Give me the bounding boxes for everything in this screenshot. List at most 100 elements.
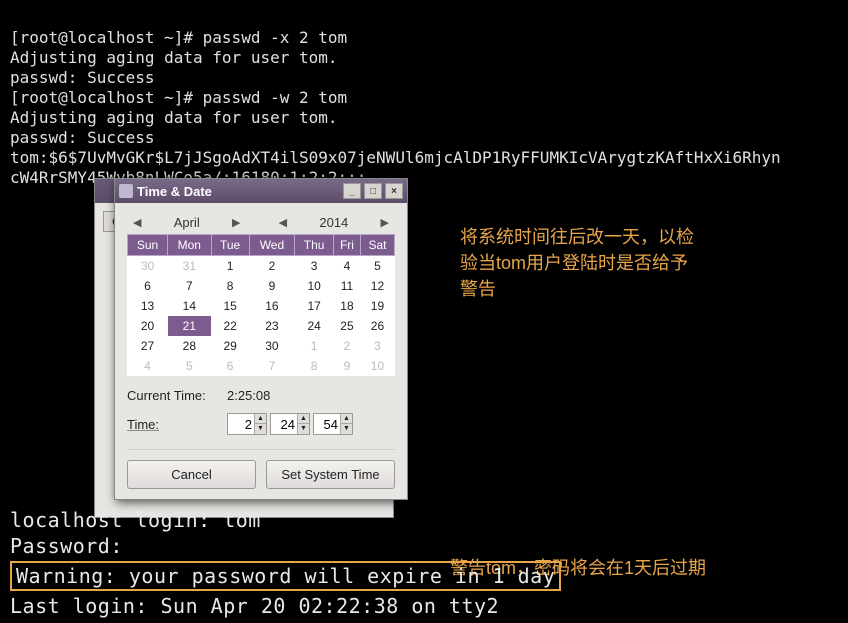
second-stepper[interactable]: ▲▼ <box>313 413 353 435</box>
calendar-week: 6789101112 <box>128 276 395 296</box>
login-terminal: localhost login: tom Password: Warning: … <box>0 503 571 623</box>
hour-down[interactable]: ▼ <box>254 424 266 434</box>
set-system-time-button[interactable]: Set System Time <box>266 460 395 489</box>
calendar-day[interactable]: 23 <box>249 316 295 336</box>
prev-year-button[interactable]: ◀ <box>273 216 293 229</box>
calendar-day[interactable]: 1 <box>211 256 249 277</box>
calendar-day[interactable]: 16 <box>249 296 295 316</box>
next-month-button[interactable]: ▶ <box>226 216 246 229</box>
calendar-day[interactable]: 6 <box>128 276 168 296</box>
calendar-day[interactable]: 19 <box>360 296 394 316</box>
dialog-icon <box>119 184 133 198</box>
calendar-dow: Fri <box>334 235 361 256</box>
calendar-day[interactable]: 8 <box>295 356 334 376</box>
annotation-1: 将系统时间往后改一天，以检验当tom用户登陆时是否给予警告 <box>460 224 700 302</box>
next-year-button[interactable]: ▶ <box>375 216 395 229</box>
calendar-day[interactable]: 3 <box>295 256 334 277</box>
calendar-day[interactable]: 6 <box>211 356 249 376</box>
calendar-day[interactable]: 5 <box>360 256 394 277</box>
calendar-day[interactable]: 21 <box>168 316 212 336</box>
calendar-day[interactable]: 5 <box>168 356 212 376</box>
calendar-day[interactable]: 22 <box>211 316 249 336</box>
calendar: SunMonTueWedThuFriSat 303112345678910111… <box>127 234 395 376</box>
hour-input[interactable] <box>228 414 254 434</box>
calendar-week: 45678910 <box>128 356 395 376</box>
second-down[interactable]: ▼ <box>340 424 352 434</box>
calendar-day[interactable]: 9 <box>249 276 295 296</box>
last-login-line: Last login: Sun Apr 20 02:22:38 on tty2 <box>10 593 561 619</box>
minute-stepper[interactable]: ▲▼ <box>270 413 310 435</box>
second-up[interactable]: ▲ <box>340 414 352 424</box>
calendar-day[interactable]: 20 <box>128 316 168 336</box>
terminal-output: [root@localhost ~]# passwd -x 2 tom Adju… <box>0 0 848 196</box>
dialog-title: Time & Date <box>137 184 212 199</box>
month-label[interactable]: April <box>174 215 200 230</box>
calendar-day[interactable]: 3 <box>360 336 394 356</box>
calendar-day[interactable]: 27 <box>128 336 168 356</box>
minute-down[interactable]: ▼ <box>297 424 309 434</box>
calendar-day[interactable]: 29 <box>211 336 249 356</box>
calendar-dow: Thu <box>295 235 334 256</box>
calendar-day[interactable]: 1 <box>295 336 334 356</box>
calendar-day[interactable]: 30 <box>128 256 168 277</box>
calendar-dow: Mon <box>168 235 212 256</box>
dialog-titlebar[interactable]: Time & Date _ □ × <box>115 179 407 203</box>
calendar-day[interactable]: 7 <box>168 276 212 296</box>
minimize-button[interactable]: _ <box>343 183 361 199</box>
warning-text: Warning: your password will expire in 1 … <box>16 564 555 588</box>
time-label: Time: <box>127 417 159 432</box>
calendar-day[interactable]: 7 <box>249 356 295 376</box>
calendar-day[interactable]: 28 <box>168 336 212 356</box>
calendar-day[interactable]: 8 <box>211 276 249 296</box>
calendar-day[interactable]: 11 <box>334 276 361 296</box>
calendar-day[interactable]: 14 <box>168 296 212 316</box>
minute-input[interactable] <box>271 414 297 434</box>
calendar-week: 20212223242526 <box>128 316 395 336</box>
term-line: passwd: Success <box>10 128 155 147</box>
calendar-day[interactable]: 2 <box>249 256 295 277</box>
calendar-day[interactable]: 25 <box>334 316 361 336</box>
calendar-week: 13141516171819 <box>128 296 395 316</box>
calendar-day[interactable]: 15 <box>211 296 249 316</box>
time-date-dialog: Time & Date _ □ × ◀ April ▶ ◀ 2014 ▶ Sun… <box>114 178 408 500</box>
calendar-day[interactable]: 26 <box>360 316 394 336</box>
second-input[interactable] <box>314 414 340 434</box>
term-line: [root@localhost ~]# passwd -w 2 tom <box>10 88 347 107</box>
calendar-day[interactable]: 18 <box>334 296 361 316</box>
calendar-day[interactable]: 9 <box>334 356 361 376</box>
calendar-dow: Sat <box>360 235 394 256</box>
calendar-nav: ◀ April ▶ ◀ 2014 ▶ <box>127 213 395 234</box>
hour-stepper[interactable]: ▲▼ <box>227 413 267 435</box>
calendar-week: 303112345 <box>128 256 395 277</box>
hour-up[interactable]: ▲ <box>254 414 266 424</box>
calendar-day[interactable]: 12 <box>360 276 394 296</box>
calendar-day[interactable]: 4 <box>334 256 361 277</box>
password-prompt: Password: <box>10 533 561 559</box>
calendar-day[interactable]: 2 <box>334 336 361 356</box>
calendar-dow: Wed <box>249 235 295 256</box>
calendar-day[interactable]: 10 <box>295 276 334 296</box>
year-label[interactable]: 2014 <box>319 215 348 230</box>
close-button[interactable]: × <box>385 183 403 199</box>
warning-box: Warning: your password will expire in 1 … <box>10 561 561 591</box>
term-line: [root@localhost ~]# passwd -x 2 tom <box>10 28 347 47</box>
maximize-button[interactable]: □ <box>364 183 382 199</box>
cancel-button[interactable]: Cancel <box>127 460 256 489</box>
calendar-day[interactable]: 17 <box>295 296 334 316</box>
calendar-week: 27282930123 <box>128 336 395 356</box>
calendar-day[interactable]: 24 <box>295 316 334 336</box>
login-line: localhost login: tom <box>10 507 561 533</box>
calendar-header-row: SunMonTueWedThuFriSat <box>128 235 395 256</box>
current-time-label: Current Time: <box>127 388 227 403</box>
term-line: tom:$6$7UvMvGKr$L7jJSgoAdXT4ilS09x07jeNW… <box>10 148 781 167</box>
calendar-day[interactable]: 13 <box>128 296 168 316</box>
term-line: passwd: Success <box>10 68 155 87</box>
prev-month-button[interactable]: ◀ <box>127 216 147 229</box>
calendar-day[interactable]: 4 <box>128 356 168 376</box>
calendar-day[interactable]: 31 <box>168 256 212 277</box>
calendar-day[interactable]: 30 <box>249 336 295 356</box>
term-line: Adjusting aging data for user tom. <box>10 48 338 67</box>
term-line: Adjusting aging data for user tom. <box>10 108 338 127</box>
calendar-day[interactable]: 10 <box>360 356 394 376</box>
minute-up[interactable]: ▲ <box>297 414 309 424</box>
